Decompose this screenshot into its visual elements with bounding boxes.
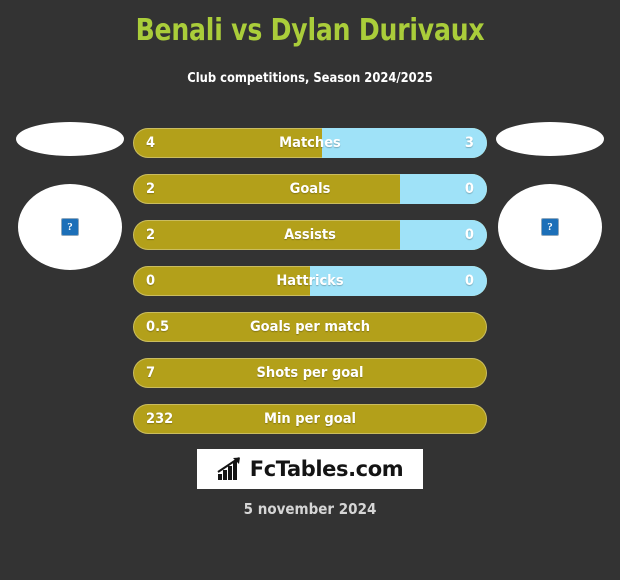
footer-date: 5 november 2024 <box>243 500 377 518</box>
stat-away-value: 0 <box>464 273 474 289</box>
stat-row: 4 Matches 3 <box>133 128 487 158</box>
stat-label: Assists <box>284 227 336 243</box>
home-player-shirt-shape <box>16 122 124 156</box>
stat-away-value: 0 <box>464 227 474 243</box>
stat-row: 7 Shots per goal <box>133 358 487 388</box>
stats-comparison-list: 4 Matches 3 2 Goals 0 2 Assists 0 0 Hattricks 0 0.5 G… <box>133 128 487 450</box>
stat-away-value: 3 <box>464 135 474 151</box>
broken-image-icon: ? <box>61 218 79 236</box>
away-player-avatar-column: ? <box>480 122 620 272</box>
stat-row: 0 Hattricks 0 <box>133 266 487 296</box>
away-player-shirt-shape <box>496 122 604 156</box>
stat-row: 232 Min per goal <box>133 404 487 434</box>
fctables-logo[interactable]: FcTables.com <box>197 449 423 489</box>
stat-label: Goals <box>289 181 331 197</box>
stat-row: 0.5 Goals per match <box>133 312 487 342</box>
stat-label: Min per goal <box>263 411 356 427</box>
bar-chart-growth-icon <box>217 457 240 480</box>
stat-away-value: 0 <box>464 181 474 197</box>
stat-label: Matches <box>279 135 341 151</box>
stat-row: 2 Goals 0 <box>133 174 487 204</box>
away-player-photo: ? <box>498 184 602 270</box>
page-subtitle: Club competitions, Season 2024/2025 <box>187 69 433 86</box>
stat-label: Hattricks <box>276 273 344 289</box>
stat-label: Shots per goal <box>256 365 364 381</box>
broken-image-icon: ? <box>541 218 559 236</box>
page-title: Benali vs Dylan Durivaux <box>135 13 485 48</box>
stat-row: 2 Assists 0 <box>133 220 487 250</box>
home-player-avatar-column: ? <box>0 122 140 272</box>
fctables-logo-text: FcTables.com <box>249 457 404 481</box>
home-player-photo: ? <box>18 184 122 270</box>
stat-label: Goals per match <box>249 319 371 335</box>
